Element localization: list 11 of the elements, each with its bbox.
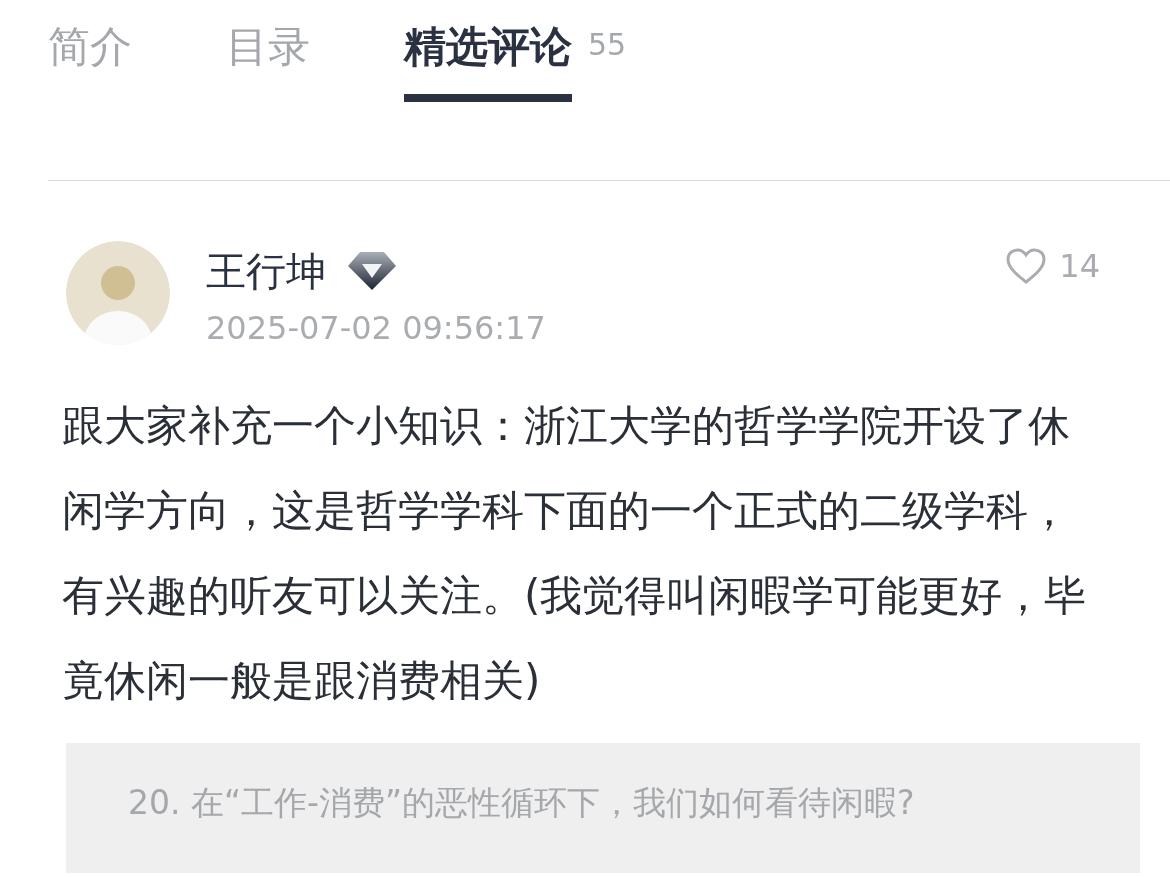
quoted-chapter[interactable]: 20. 在“工作-消费”的恶性循环下，我们如何看待闲暇? [66, 743, 1140, 873]
like-button[interactable]: 14 [1005, 247, 1100, 285]
tab[interactable]: 简介 [48, 18, 132, 102]
author-name: 王行坤 [206, 246, 326, 296]
tab[interactable]: 精选评论 [404, 18, 572, 102]
tab[interactable]: 目录 [226, 18, 310, 102]
avatar-icon [66, 241, 170, 345]
comment-date: 2025-07-02 09:56:17 [206, 309, 547, 347]
comment-count: 55 [588, 26, 627, 64]
diamond-icon [348, 250, 396, 292]
comment-text: 跟大家补充一个小知识：浙江大学的哲学学院开设了休闲学方向，这是哲学学科下面的一个正式的二级学科，有兴趣的听友可以关注。(我觉得叫闲暇学可能更好，毕竟休闲一般是跟消费相关) [62, 400, 1088, 707]
